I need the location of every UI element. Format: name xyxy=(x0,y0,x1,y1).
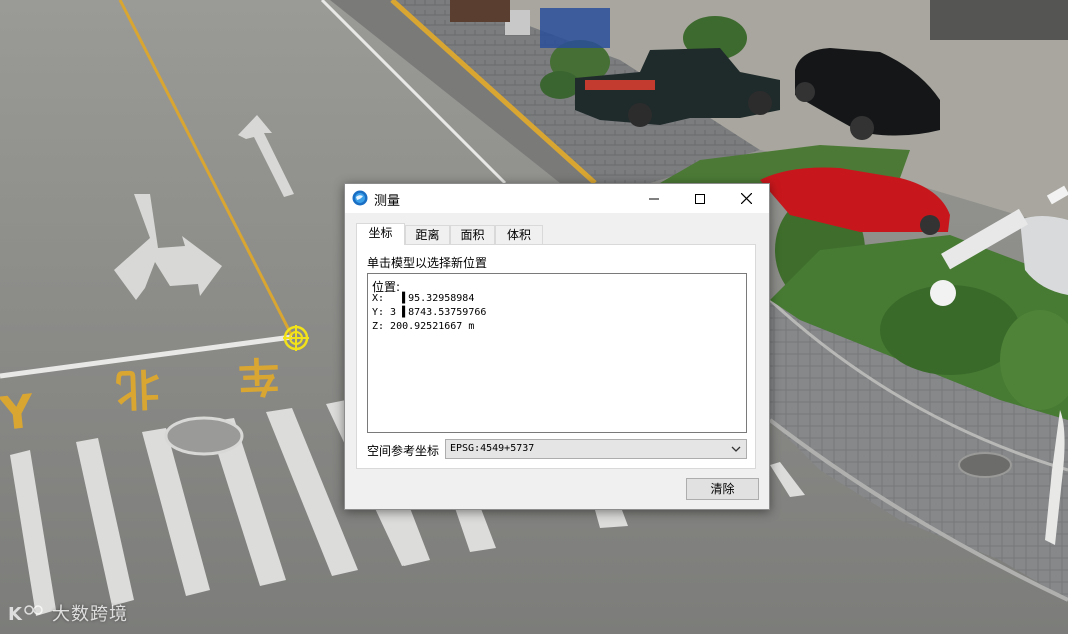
dialog-titlebar[interactable]: 测量 xyxy=(345,184,769,213)
srs-dropdown[interactable]: EPSG:4549+5737 xyxy=(445,439,747,459)
watermark-logo-icon: K xyxy=(8,604,43,625)
srs-label: 空间参考坐标 xyxy=(367,444,440,458)
z-coordinate-value: Z: 200.92521667 m xyxy=(372,321,475,332)
dialog-title: 测量 xyxy=(374,194,401,209)
chevron-down-icon xyxy=(731,446,741,452)
tab-area[interactable]: 面积 xyxy=(450,225,495,244)
maximize-icon xyxy=(695,193,705,204)
svg-text:Y: Y xyxy=(0,384,37,441)
watermark-text: 大数跨境 xyxy=(52,604,128,625)
app-globe-icon xyxy=(352,190,368,206)
svg-text:车: 车 xyxy=(237,351,281,401)
close-button[interactable] xyxy=(723,184,769,213)
manhole-cover xyxy=(164,416,244,456)
x-coordinate-value: X: ▌95.32958984 xyxy=(372,293,475,304)
instruction-text: 单击模型以选择新位置 xyxy=(367,256,488,270)
minimize-icon xyxy=(649,198,659,199)
maximize-button[interactable] xyxy=(677,184,723,213)
minimize-button[interactable] xyxy=(631,184,677,213)
svg-text:K: K xyxy=(8,604,23,625)
close-icon xyxy=(740,193,752,204)
measure-dialog: 测量 坐标 距离 面积 体积 单击模型以选择新位置 位置: X: ▌95.329… xyxy=(344,183,770,510)
coordinate-tab-panel: 单击模型以选择新位置 位置: X: ▌95.32958984 Y: 3 ▌874… xyxy=(356,244,756,469)
position-result-textarea[interactable]: 位置: X: ▌95.32958984 Y: 3 ▌8743.53759766 … xyxy=(367,273,747,433)
tab-volume[interactable]: 体积 xyxy=(495,225,543,244)
tab-coordinate[interactable]: 坐标 xyxy=(356,223,405,245)
tab-distance[interactable]: 距离 xyxy=(405,225,450,244)
svg-text:北: 北 xyxy=(115,362,161,415)
clear-button[interactable]: 清除 xyxy=(686,478,759,500)
watermark: K 大数跨境 xyxy=(8,600,128,626)
y-coordinate-value: Y: 3 ▌8743.53759766 xyxy=(372,307,487,318)
srs-selected-value: EPSG:4549+5737 xyxy=(450,443,535,454)
